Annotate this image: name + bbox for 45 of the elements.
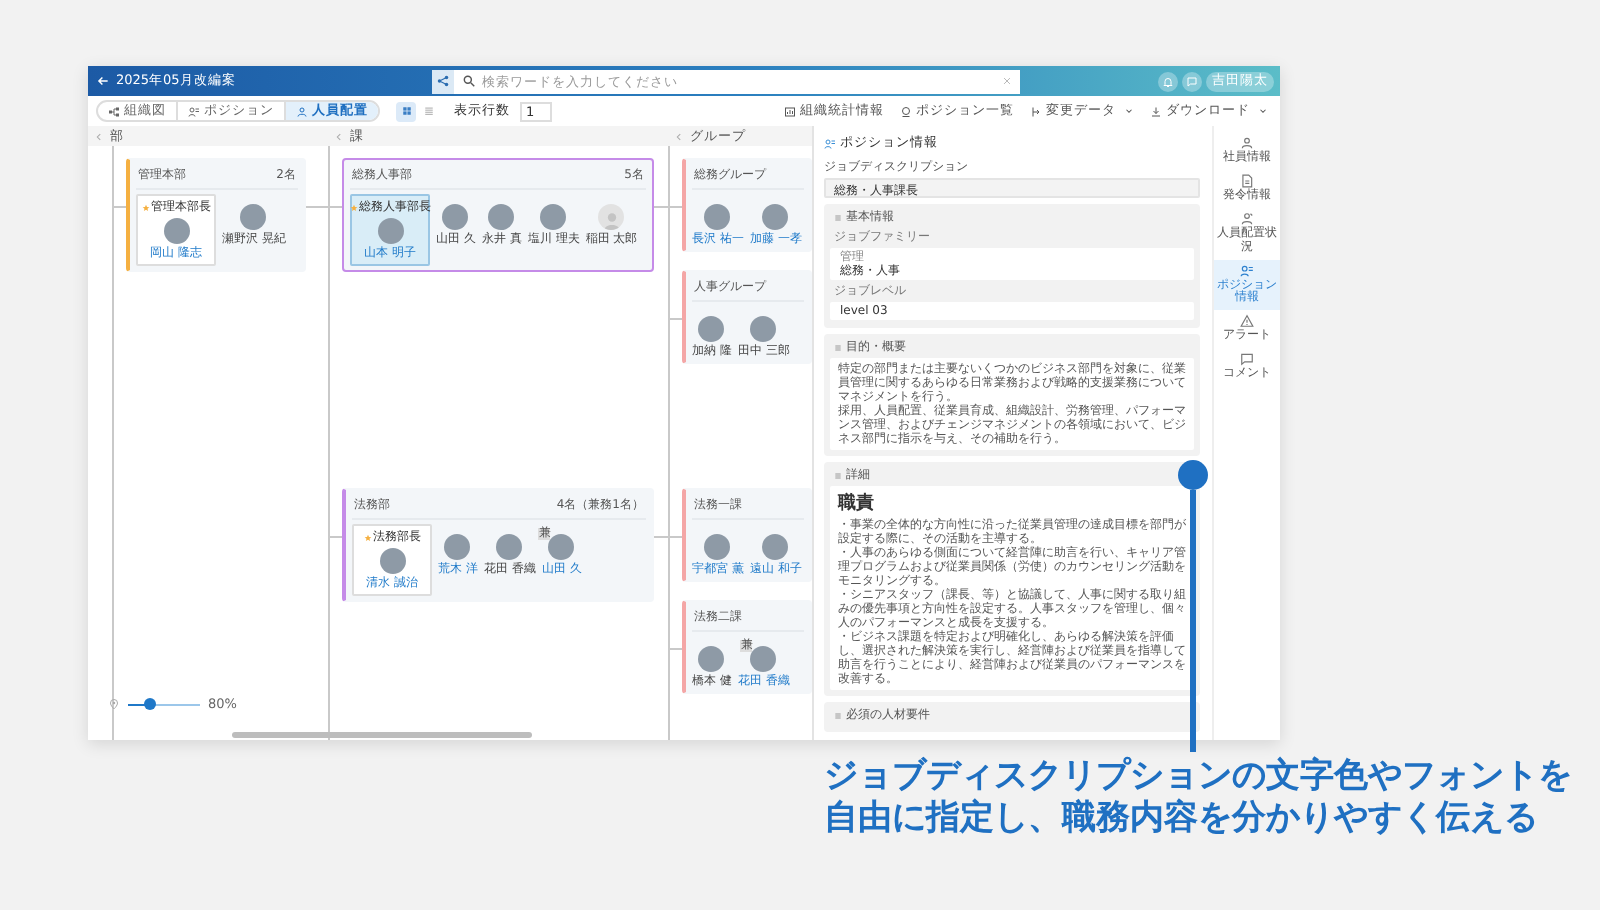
caption-text: 自由に指定し、職務内容を分かりやすく伝える bbox=[824, 798, 1540, 840]
person-list-icon bbox=[1240, 263, 1254, 278]
person-list-icon bbox=[188, 105, 200, 117]
star-icon bbox=[349, 203, 357, 211]
chat-icon bbox=[1186, 75, 1198, 87]
text-heading: 職責 bbox=[838, 490, 876, 516]
bell-icon bbox=[1162, 75, 1174, 87]
network-icon bbox=[436, 74, 450, 88]
chevron-left-icon bbox=[674, 131, 684, 141]
search-icon bbox=[462, 74, 476, 88]
person-icon bbox=[296, 105, 308, 117]
person-icon bbox=[1240, 136, 1254, 150]
chevron-left-icon bbox=[334, 131, 344, 141]
person-list-icon bbox=[824, 137, 836, 149]
back-arrow-icon bbox=[96, 74, 110, 88]
caption-text: ジョブディスクリプションの文字色やフォントを bbox=[824, 756, 1572, 798]
person-silhouette-icon bbox=[601, 210, 622, 230]
chat-button[interactable] bbox=[1182, 71, 1202, 91]
list-icon bbox=[423, 106, 433, 116]
grid-icon bbox=[401, 106, 411, 116]
bell-button[interactable] bbox=[1158, 71, 1178, 91]
list-icon bbox=[834, 213, 842, 221]
collapse-button[interactable] bbox=[674, 131, 684, 141]
layout-toggle[interactable] bbox=[396, 101, 416, 121]
close-icon bbox=[1002, 76, 1012, 86]
warning-icon bbox=[1240, 314, 1254, 329]
comment-icon bbox=[1240, 352, 1254, 367]
collapse-button[interactable] bbox=[334, 131, 344, 141]
back-button[interactable] bbox=[96, 74, 110, 88]
branch-icon bbox=[1030, 105, 1042, 117]
list-icon bbox=[834, 711, 842, 719]
star-icon bbox=[141, 203, 149, 211]
scrollbar[interactable] bbox=[232, 732, 532, 738]
collapse-button[interactable] bbox=[94, 131, 104, 141]
list-icon bbox=[834, 343, 842, 351]
chevron-left-icon bbox=[94, 131, 104, 141]
document-icon bbox=[1240, 173, 1254, 188]
star-icon bbox=[363, 533, 371, 541]
network-button[interactable] bbox=[432, 69, 454, 93]
chart-icon bbox=[784, 105, 796, 117]
person-icon bbox=[1240, 211, 1254, 226]
list-icon bbox=[834, 471, 842, 479]
org-chart-icon bbox=[108, 105, 120, 117]
pin-icon bbox=[108, 698, 120, 710]
download-icon bbox=[1150, 105, 1162, 117]
